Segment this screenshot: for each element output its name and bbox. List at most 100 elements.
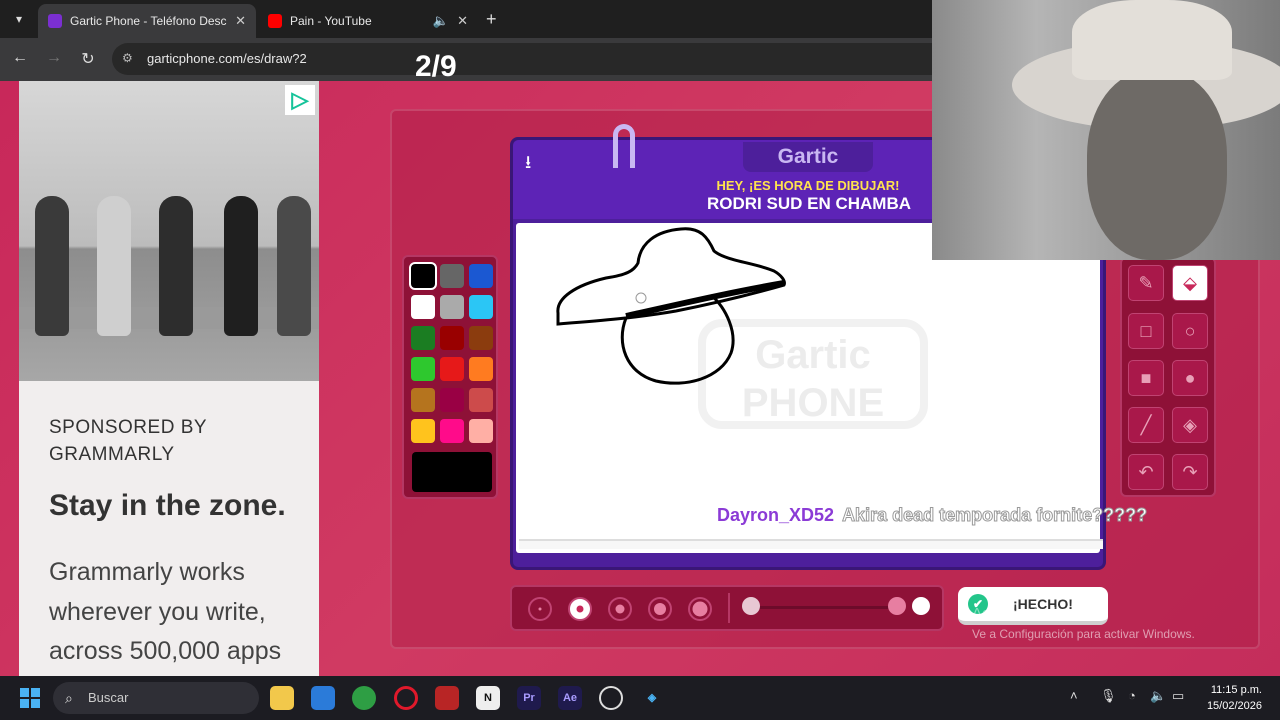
- ellipse-fill-tool-icon[interactable]: ●: [1172, 360, 1208, 396]
- face-shape: [1087, 70, 1227, 260]
- pencil-tool-icon[interactable]: ✎: [1128, 265, 1164, 301]
- person-shape: [35, 196, 69, 336]
- clock[interactable]: 11:15 p.m. 15/02/2026: [1207, 682, 1262, 714]
- close-tab-icon[interactable]: ✕: [235, 13, 246, 29]
- hook-decoration: [613, 124, 635, 168]
- clock-time: 11:15 p.m.: [1210, 684, 1262, 696]
- ad-photo: ▷: [19, 81, 319, 381]
- ad-headline: Stay in the zone.: [49, 489, 286, 522]
- grammarly-ad[interactable]: ▷ SPONSORED BY GRAMMARLY Stay in the zon…: [19, 81, 319, 676]
- tab-title: Gartic Phone - Teléfono Descon: [70, 14, 228, 28]
- color-swatch[interactable]: [411, 295, 435, 319]
- person-shape: [97, 196, 131, 336]
- store-icon[interactable]: [311, 686, 335, 710]
- battery-icon[interactable]: ▭: [1172, 688, 1184, 704]
- draw-time-banner: HEY, ¡ES HORA DE DIBUJAR!: [716, 178, 900, 193]
- chat-text: Akira dead temporada fornite?????: [842, 505, 1148, 526]
- tab-youtube[interactable]: Pain - YouTube 🔈 ✕: [258, 4, 478, 38]
- person-shape: [159, 196, 193, 336]
- volume-icon[interactable]: 🔈: [1150, 688, 1166, 704]
- brush-size-5[interactable]: [688, 597, 712, 621]
- speaker-icon[interactable]: 🔈: [433, 13, 449, 29]
- chat-username: Dayron_XD52: [717, 505, 835, 525]
- brush-size-bar: [510, 585, 944, 631]
- site-info-icon[interactable]: ⚙: [122, 51, 133, 65]
- taskbar-search[interactable]: ⌕ Buscar: [53, 682, 259, 714]
- voicemeeter-icon[interactable]: [435, 686, 459, 710]
- rectangle-outline-tool-icon[interactable]: □: [1128, 313, 1164, 349]
- tab-gartic[interactable]: Gartic Phone - Teléfono Descon ✕: [38, 4, 256, 38]
- download-icon[interactable]: ⭳: [525, 150, 531, 180]
- gartic-logo: Gartic: [743, 142, 873, 172]
- brush-size-2[interactable]: [568, 597, 592, 621]
- ad-choices-icon[interactable]: ▷: [285, 85, 315, 115]
- color-swatch[interactable]: [469, 295, 493, 319]
- tray-chevron-icon[interactable]: ˄: [1070, 688, 1078, 703]
- cursor-crosshair-icon: [635, 292, 647, 304]
- premiere-icon[interactable]: Pr: [517, 686, 541, 710]
- new-tab-plus-icon[interactable]: +: [486, 8, 497, 30]
- chat-message: Dayron_XD52 Akira dead temporada fornite?…: [717, 505, 1148, 526]
- color-swatch[interactable]: [469, 326, 493, 350]
- redo-icon[interactable]: ↷: [1172, 454, 1208, 490]
- person-shape: [277, 196, 311, 336]
- color-swatch[interactable]: [440, 357, 464, 381]
- ellipse-outline-tool-icon[interactable]: ○: [1172, 313, 1208, 349]
- obs-icon[interactable]: [599, 686, 623, 710]
- eraser-tool-icon[interactable]: ⬙: [1172, 265, 1208, 301]
- notion-icon[interactable]: N: [476, 686, 500, 710]
- search-icon: ⌕: [65, 690, 73, 706]
- color-swatch[interactable]: [411, 388, 435, 412]
- brush-size-1[interactable]: [528, 597, 552, 621]
- after-effects-icon[interactable]: Ae: [558, 686, 582, 710]
- head-stroke: [620, 293, 735, 385]
- color-swatch[interactable]: [411, 326, 435, 350]
- microphone-icon[interactable]: 🎙: [1100, 688, 1117, 704]
- color-swatch[interactable]: [411, 357, 435, 381]
- clock-date: 15/02/2026: [1206, 700, 1262, 712]
- line-tool-icon[interactable]: ╱: [1128, 407, 1164, 443]
- rectangle-fill-tool-icon[interactable]: ■: [1128, 360, 1164, 396]
- opera-icon[interactable]: [394, 686, 418, 710]
- app-diamond-icon[interactable]: ◈: [640, 686, 664, 710]
- brush-size-3[interactable]: [608, 597, 632, 621]
- color-swatch[interactable]: [440, 419, 464, 443]
- youtube-favicon-icon: [268, 14, 282, 28]
- back-arrow-icon[interactable]: ←: [10, 49, 30, 67]
- reload-icon[interactable]: ↻: [78, 49, 98, 69]
- drawing-strokes: [556, 227, 786, 385]
- fill-bucket-tool-icon[interactable]: ◈: [1172, 407, 1208, 443]
- wifi-icon[interactable]: ◔: [1128, 688, 1136, 703]
- tool-panel: ✎ ⬙ □ ○ ■ ● ╱ ◈ ↶ ↷: [1120, 257, 1216, 497]
- color-swatch[interactable]: [440, 326, 464, 350]
- file-explorer-icon[interactable]: [270, 686, 294, 710]
- color-swatch[interactable]: [469, 388, 493, 412]
- color-swatch[interactable]: [409, 262, 437, 290]
- tab-search-chevron-icon[interactable]: ▾: [8, 8, 30, 30]
- gartic-favicon-icon: [48, 14, 62, 28]
- opacity-slider[interactable]: [732, 587, 932, 629]
- close-tab-icon[interactable]: ✕: [457, 13, 468, 29]
- ad-sponsored-label: SPONSORED BY GRAMMARLY: [49, 417, 207, 465]
- chrome-icon[interactable]: [352, 686, 376, 710]
- slider-track: [752, 606, 902, 609]
- round-counter: 2/9: [415, 50, 457, 83]
- brush-size-4[interactable]: [648, 597, 672, 621]
- brim-stroke: [625, 280, 785, 319]
- color-swatch[interactable]: [469, 419, 493, 443]
- current-color-preview: [412, 452, 492, 492]
- color-swatch[interactable]: [411, 419, 435, 443]
- drawing-canvas[interactable]: Gartic PHONE: [516, 223, 1103, 553]
- color-swatch[interactable]: [440, 295, 464, 319]
- windows-start-icon[interactable]: [20, 688, 40, 708]
- color-swatch[interactable]: [440, 264, 464, 288]
- undo-icon[interactable]: ↶: [1128, 454, 1164, 490]
- color-swatch[interactable]: [440, 388, 464, 412]
- forward-arrow-icon[interactable]: →: [44, 49, 64, 67]
- url-text[interactable]: garticphone.com/es/draw?2: [147, 51, 307, 66]
- color-swatch[interactable]: [469, 264, 493, 288]
- slider-knob[interactable]: [887, 597, 906, 615]
- color-swatch[interactable]: [469, 357, 493, 381]
- divider: [728, 593, 730, 623]
- slider-max-icon: [912, 597, 930, 615]
